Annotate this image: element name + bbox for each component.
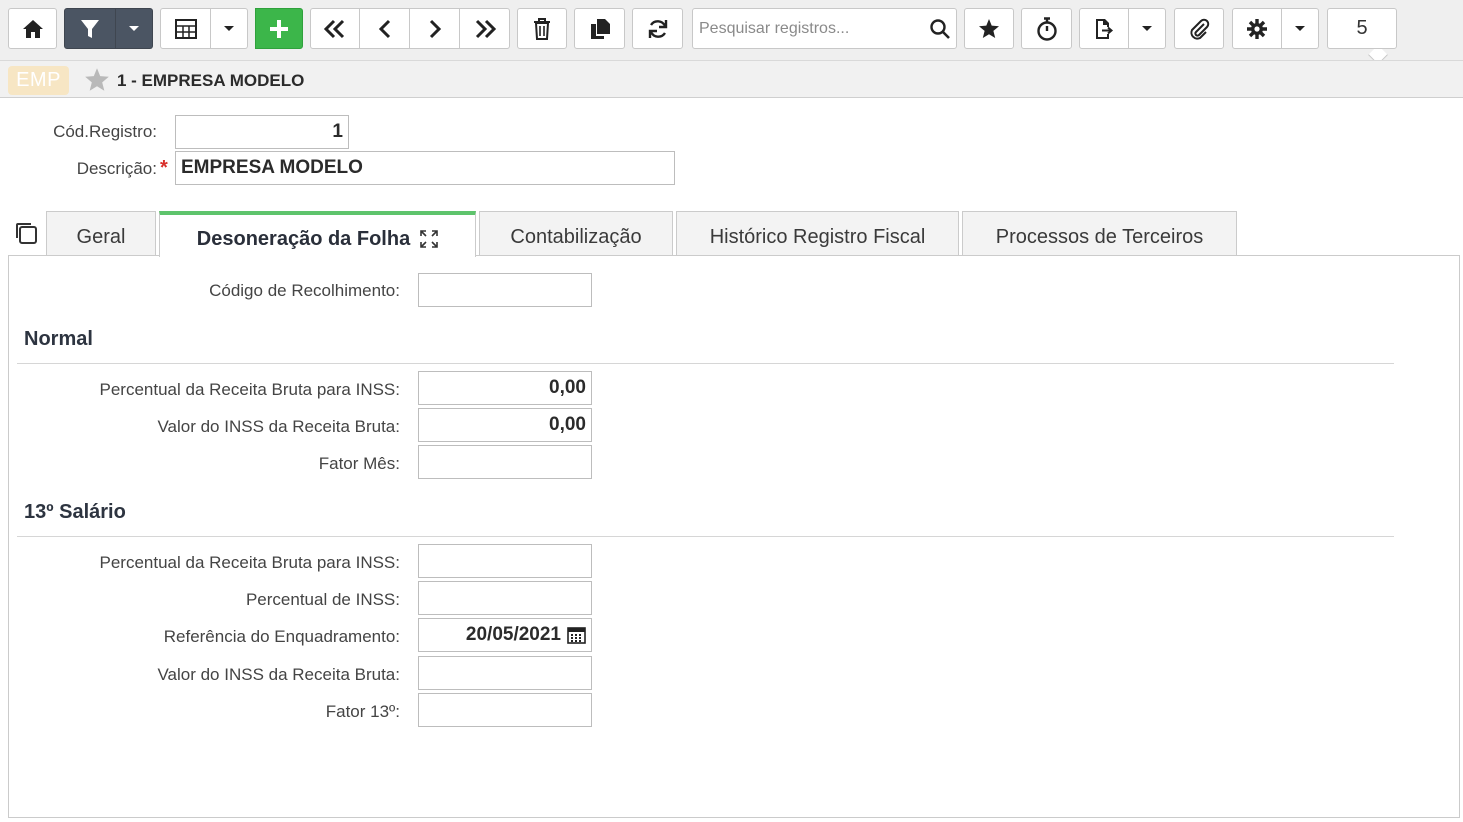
caret-down-icon [1295, 25, 1305, 31]
export-icon [1096, 18, 1114, 39]
decimo-valor-inss-label: Valor do INSS da Receita Bruta: [157, 665, 400, 684]
filter-group [64, 8, 153, 49]
delete-button[interactable] [517, 8, 567, 49]
entity-badge: EMP [8, 66, 69, 95]
cod-registro-label: Cód.Registro: [53, 122, 157, 141]
previous-record-button[interactable] [360, 8, 410, 49]
referencia-enquadramento-label: Referência do Enquadramento: [163, 627, 400, 646]
export-button[interactable] [1079, 8, 1129, 49]
tab-processos-de-terceiros[interactable]: Processos de Terceiros [962, 211, 1237, 256]
codigo-recolhimento-label: Código de Recolhimento: [209, 281, 400, 300]
next-record-button[interactable] [410, 8, 460, 49]
filter-icon [81, 19, 99, 38]
tabs-overview-icon[interactable] [14, 221, 38, 250]
required-marker: * [160, 157, 168, 179]
next-icon [429, 19, 441, 38]
section-normal-title: Normal [24, 328, 93, 350]
gear-icon [1247, 18, 1267, 39]
fator-mes-label: Fator Mês: [318, 454, 400, 473]
tab-historico-registro-fiscal[interactable]: Histórico Registro Fiscal [676, 211, 959, 256]
search-icon[interactable] [930, 19, 950, 44]
first-icon [323, 19, 345, 38]
add-group [255, 8, 303, 49]
star-icon [979, 19, 999, 38]
navigation-group [310, 8, 510, 49]
percentual-inss-field[interactable] [418, 581, 592, 615]
refresh-button[interactable] [632, 8, 683, 49]
record-count[interactable]: 5 [1327, 8, 1397, 49]
descricao-field[interactable]: EMPRESA MODELO [175, 151, 675, 185]
expand-icon[interactable] [420, 230, 439, 248]
referencia-enquadramento-field[interactable]: 20/05/2021 [418, 618, 592, 652]
caret-down-icon [1142, 25, 1152, 31]
prev-icon [378, 19, 390, 38]
normal-valor-inss-field[interactable]: 0,00 [418, 408, 592, 442]
first-record-button[interactable] [310, 8, 360, 49]
grid-view-button[interactable] [160, 8, 211, 49]
normal-percentual-label: Percentual da Receita Bruta para INSS: [99, 380, 401, 399]
descricao-label: Descrição: [76, 159, 157, 178]
fator-mes-field[interactable] [418, 445, 592, 479]
fator-13-field[interactable] [418, 693, 592, 727]
settings-dropdown-button[interactable] [1282, 8, 1319, 49]
view-group [160, 8, 248, 49]
timer-button[interactable] [1021, 8, 1072, 49]
home-button[interactable] [8, 8, 57, 49]
record-bar: EMP 1 - EMPRESA MODELO [0, 60, 1463, 98]
add-button[interactable] [255, 8, 303, 49]
decimo-percentual-label: Percentual da Receita Bruta para INSS: [99, 553, 401, 572]
refresh-icon [648, 19, 667, 38]
view-dropdown-button[interactable] [211, 8, 248, 49]
section-divider [17, 536, 1394, 537]
tab-contabilizacao[interactable]: Contabilização [479, 211, 673, 256]
section-13-salario-title: 13º Salário [24, 501, 126, 523]
referencia-enquadramento-value: 20/05/2021 [465, 624, 561, 645]
timer-icon [1036, 16, 1057, 41]
toolbar: 5 [0, 0, 1463, 65]
percentual-inss-label: Percentual de INSS: [245, 590, 400, 609]
paperclip-icon [1190, 18, 1210, 40]
filter-dropdown-button[interactable] [116, 8, 153, 49]
normal-percentual-field[interactable]: 0,00 [418, 371, 592, 405]
star-icon[interactable] [84, 67, 110, 97]
export-group [1079, 8, 1166, 49]
settings-button[interactable] [1232, 8, 1282, 49]
filter-button[interactable] [64, 8, 116, 49]
attachment-button[interactable] [1174, 8, 1224, 49]
favorite-button[interactable] [964, 8, 1014, 49]
codigo-recolhimento-field[interactable] [418, 273, 592, 307]
decimo-valor-inss-field[interactable] [418, 656, 592, 690]
grid-icon [174, 18, 197, 39]
home-icon [22, 19, 43, 38]
caret-down-icon [224, 25, 234, 31]
settings-group [1232, 8, 1319, 49]
fator-13-label: Fator 13º: [325, 702, 400, 721]
tab-geral[interactable]: Geral [46, 211, 156, 256]
decimo-percentual-field[interactable] [418, 544, 592, 578]
section-divider [17, 363, 1394, 364]
duplicate-button[interactable] [574, 8, 625, 49]
plus-icon [270, 19, 288, 38]
search-input[interactable] [697, 17, 922, 41]
trash-icon [534, 17, 550, 40]
tab-desoneracao-label: Desoneração da Folha [196, 227, 411, 250]
last-record-button[interactable] [460, 8, 510, 49]
copy-icon [590, 18, 610, 39]
search-box [692, 8, 957, 49]
cod-registro-field[interactable]: 1 [175, 115, 349, 149]
caret-down-icon [129, 25, 139, 31]
last-icon [475, 19, 496, 38]
normal-valor-inss-label: Valor do INSS da Receita Bruta: [157, 417, 400, 436]
record-title: 1 - EMPRESA MODELO [117, 71, 305, 90]
calendar-icon[interactable] [567, 626, 586, 644]
tab-desoneracao-da-folha[interactable]: Desoneração da Folha [159, 211, 476, 257]
export-dropdown-button[interactable] [1129, 8, 1166, 49]
